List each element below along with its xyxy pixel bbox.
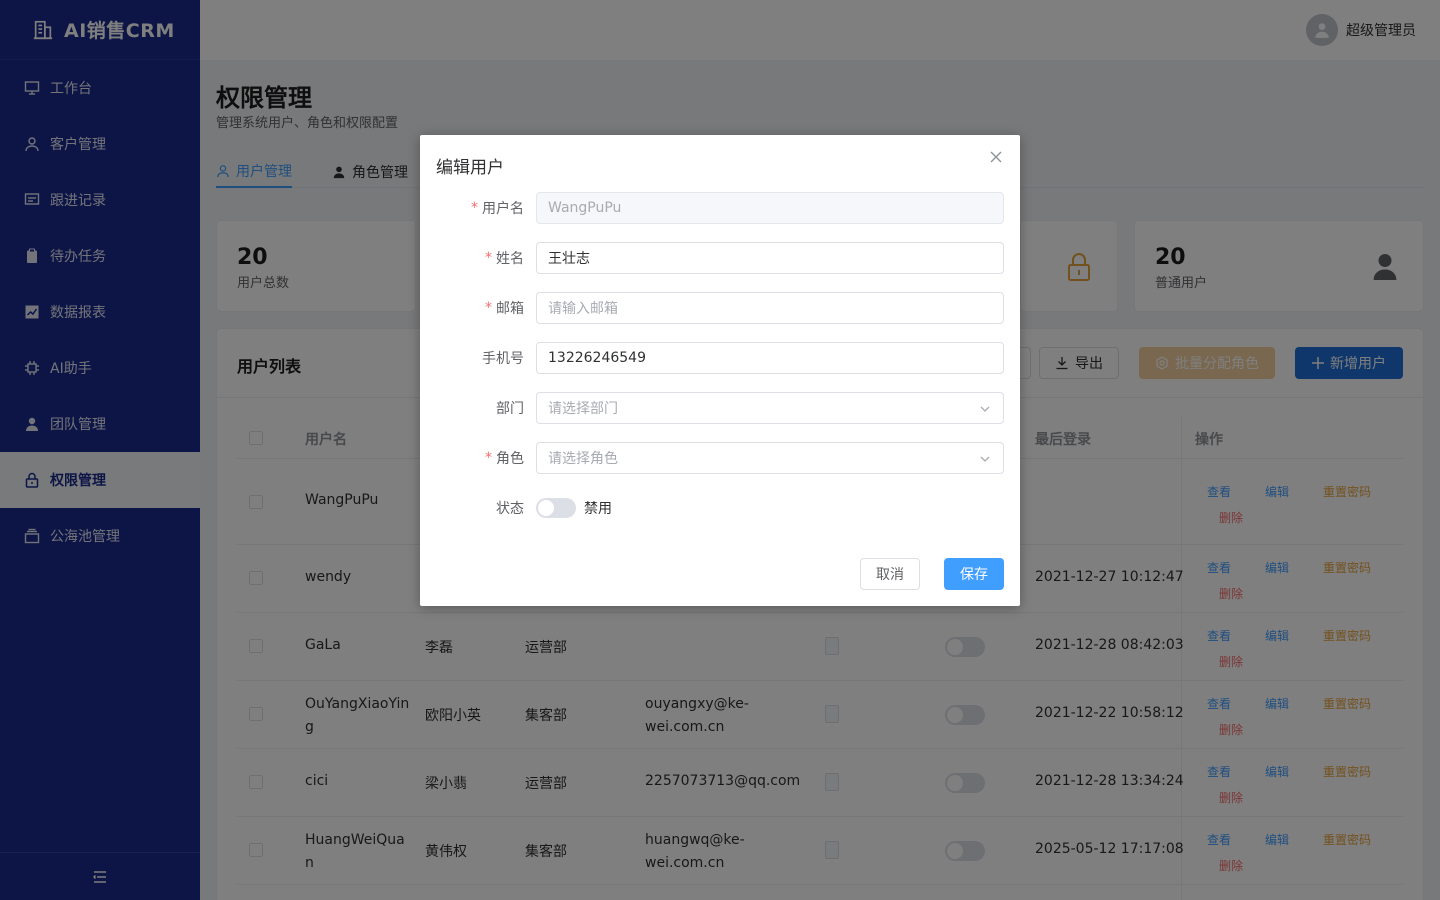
dialog-title: 编辑用户 [436,158,504,178]
role-select[interactable]: 请选择角色 [536,442,1004,474]
dept-placeholder: 请选择部门 [548,401,618,417]
field-label: 姓名 [496,251,524,267]
save-button[interactable]: 保存 [944,558,1004,590]
name-field[interactable]: 王壮志 [536,242,1004,274]
status-switch[interactable] [536,498,576,518]
required-mark: * [485,250,492,266]
form-row-name: * 姓名 王壮志 [420,242,1020,274]
dept-select[interactable]: 请选择部门 [536,392,1004,424]
close-button[interactable] [988,149,1004,165]
form-row-email: * 邮箱 请输入邮箱 [420,292,1020,324]
role-placeholder: 请选择角色 [548,451,618,467]
field-label: 部门 [496,401,524,417]
field-label: 角色 [496,451,524,467]
required-mark: * [485,300,492,316]
field-label: 用户名 [482,201,524,217]
field-label: 邮箱 [496,301,524,317]
edit-user-dialog: 编辑用户 * 用户名 WangPuPu * 姓名 王壮志 * 邮箱 请输入邮箱 手机号… [420,135,1020,606]
email-field[interactable]: 请输入邮箱 [536,292,1004,324]
close-icon [990,151,1002,163]
status-switch-label: 禁用 [584,501,612,517]
chevron-down-icon [980,406,990,412]
required-mark: * [471,200,478,216]
chevron-down-icon [980,456,990,462]
form-row-phone: 手机号 13226246549 [420,342,1020,374]
form-row-username: * 用户名 WangPuPu [420,192,1020,224]
form-row-role: * 角色 请选择角色 [420,442,1020,474]
cancel-button[interactable]: 取消 [860,558,920,590]
field-label: 状态 [496,501,524,517]
form-row-status: 状态 禁用 [420,492,1020,524]
required-mark: * [485,450,492,466]
username-field: WangPuPu [536,192,1004,224]
phone-field[interactable]: 13226246549 [536,342,1004,374]
form-row-dept: 部门 请选择部门 [420,392,1020,424]
field-label: 手机号 [482,351,524,367]
